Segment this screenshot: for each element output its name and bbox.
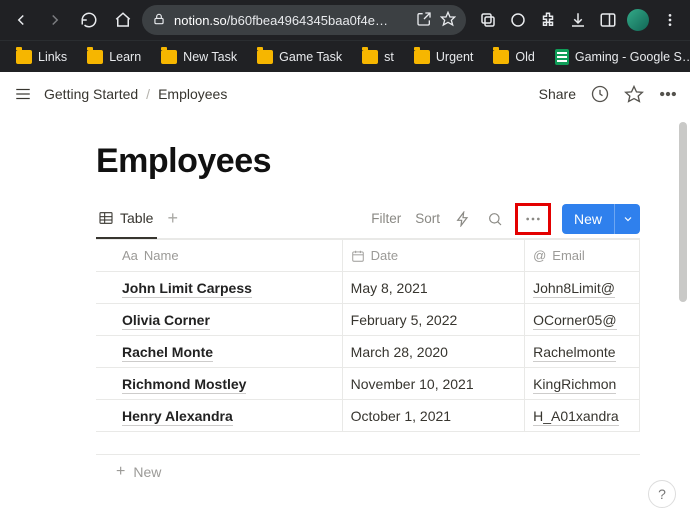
cell-email[interactable]: Rachelmonte (525, 336, 640, 368)
folder-icon (87, 50, 103, 64)
lock-icon (152, 12, 166, 29)
back-button[interactable] (6, 5, 36, 35)
breadcrumb-root[interactable]: Getting Started (44, 86, 138, 102)
table-more-button[interactable] (518, 206, 548, 232)
email-type-icon: @ (533, 248, 546, 263)
cell-name[interactable]: John Limit Carpess (96, 272, 342, 304)
bookmark-item[interactable]: Learn (79, 46, 149, 68)
topbar-actions: Share (539, 84, 678, 104)
bookmark-item[interactable]: Game Task (249, 46, 350, 68)
browser-menu-button[interactable] (656, 5, 684, 35)
extensions-puzzle-icon[interactable] (534, 5, 562, 35)
new-button-caret[interactable] (614, 204, 640, 234)
extension-icon-1[interactable] (504, 5, 532, 35)
calendar-icon (351, 249, 365, 263)
table-row[interactable]: Richmond MostleyNovember 10, 2021KingRic… (96, 368, 640, 400)
cell-name[interactable]: Olivia Corner (96, 304, 342, 336)
bookmark-item[interactable]: Urgent (406, 46, 482, 68)
chevron-down-icon (622, 213, 634, 225)
toolbar-right-icons (470, 5, 652, 35)
forward-button[interactable] (40, 5, 70, 35)
page-title[interactable]: Employees (96, 142, 640, 181)
add-row-label: New (133, 464, 161, 480)
cell-date[interactable]: May 8, 2021 (342, 272, 524, 304)
folder-icon (362, 50, 378, 64)
cell-email[interactable]: KingRichmon (525, 368, 640, 400)
new-button-label: New (562, 211, 614, 227)
page-body: Employees Table + Filter Sort New (0, 116, 690, 488)
cell-date[interactable]: October 1, 2021 (342, 400, 524, 432)
cell-name[interactable]: Henry Alexandra (96, 400, 342, 432)
table-header-row: AaName Date @Email (96, 240, 640, 272)
panel-icon[interactable] (594, 5, 622, 35)
browser-toolbar: notion.so/b60fbea4964345baa0f4e… (0, 0, 690, 40)
add-row-button[interactable]: + New (96, 454, 640, 488)
folder-icon (414, 50, 430, 64)
address-bar[interactable]: notion.so/b60fbea4964345baa0f4e… (142, 5, 466, 35)
home-button[interactable] (108, 5, 138, 35)
column-header-name[interactable]: AaName (96, 240, 342, 272)
tab-overview-icon[interactable] (474, 5, 502, 35)
sheets-icon (555, 49, 569, 65)
downloads-icon[interactable] (564, 5, 592, 35)
view-tab-table[interactable]: Table (96, 199, 157, 239)
cell-date[interactable]: March 28, 2020 (342, 336, 524, 368)
notion-app: Getting Started / Employees Share Employ… (0, 72, 690, 518)
page-more-icon[interactable] (658, 84, 678, 104)
automations-icon[interactable] (454, 210, 472, 228)
breadcrumb-current[interactable]: Employees (158, 86, 227, 102)
folder-icon (161, 50, 177, 64)
breadcrumb-separator: / (146, 86, 150, 102)
bookmark-star-icon[interactable] (440, 11, 456, 30)
folder-icon (493, 50, 509, 64)
share-button[interactable]: Share (539, 86, 576, 102)
bookmark-item[interactable]: st (354, 46, 402, 68)
add-view-button[interactable]: + (167, 208, 178, 229)
browser-chrome: notion.so/b60fbea4964345baa0f4e… Links L… (0, 0, 690, 72)
ellipsis-icon (524, 217, 542, 221)
table-row[interactable]: Rachel MonteMarch 28, 2020Rachelmonte (96, 336, 640, 368)
plus-icon: + (116, 463, 125, 481)
sidebar-toggle[interactable] (12, 83, 34, 105)
cell-email[interactable]: OCorner05@ (525, 304, 640, 336)
filter-button[interactable]: Filter (371, 211, 401, 226)
sort-button[interactable]: Sort (415, 211, 440, 226)
views-row: Table + Filter Sort New (96, 199, 640, 239)
table-row[interactable]: Olivia CornerFebruary 5, 2022OCorner05@ (96, 304, 640, 336)
avatar-icon (627, 9, 649, 31)
bookmark-item[interactable]: Old (485, 46, 542, 68)
column-header-date[interactable]: Date (342, 240, 524, 272)
help-button[interactable]: ? (648, 480, 676, 508)
folder-icon (257, 50, 273, 64)
bookmark-item[interactable]: New Task (153, 46, 245, 68)
text-type-icon: Aa (122, 248, 138, 263)
cell-email[interactable]: John8Limit@ (525, 272, 640, 304)
reload-button[interactable] (74, 5, 104, 35)
notion-topbar: Getting Started / Employees Share (0, 72, 690, 116)
url-text: notion.so/b60fbea4964345baa0f4e… (174, 13, 408, 28)
share-url-icon[interactable] (416, 11, 432, 30)
table-actions: Filter Sort New (371, 204, 640, 234)
bookmark-item[interactable]: Links (8, 46, 75, 68)
table-row[interactable]: John Limit CarpessMay 8, 2021John8Limit@ (96, 272, 640, 304)
cell-email[interactable]: H_A01xandra (525, 400, 640, 432)
database-table: AaName Date @Email John Limit CarpessMay… (96, 239, 640, 432)
cell-date[interactable]: November 10, 2021 (342, 368, 524, 400)
folder-icon (16, 50, 32, 64)
breadcrumb: Getting Started / Employees (44, 86, 227, 102)
bookmark-item-sheets[interactable]: Gaming - Google S… (547, 45, 690, 69)
column-header-email[interactable]: @Email (525, 240, 640, 272)
profile-avatar[interactable] (624, 5, 652, 35)
new-record-button[interactable]: New (562, 204, 640, 234)
cell-date[interactable]: February 5, 2022 (342, 304, 524, 336)
table-row[interactable]: Henry AlexandraOctober 1, 2021H_A01xandr… (96, 400, 640, 432)
search-icon[interactable] (486, 210, 504, 228)
view-tab-label: Table (120, 210, 153, 226)
cell-name[interactable]: Richmond Mostley (96, 368, 342, 400)
updates-icon[interactable] (590, 84, 610, 104)
bookmarks-bar: Links Learn New Task Game Task st Urgent… (0, 40, 690, 72)
favorite-star-icon[interactable] (624, 84, 644, 104)
table-icon (98, 210, 114, 226)
cell-name[interactable]: Rachel Monte (96, 336, 342, 368)
